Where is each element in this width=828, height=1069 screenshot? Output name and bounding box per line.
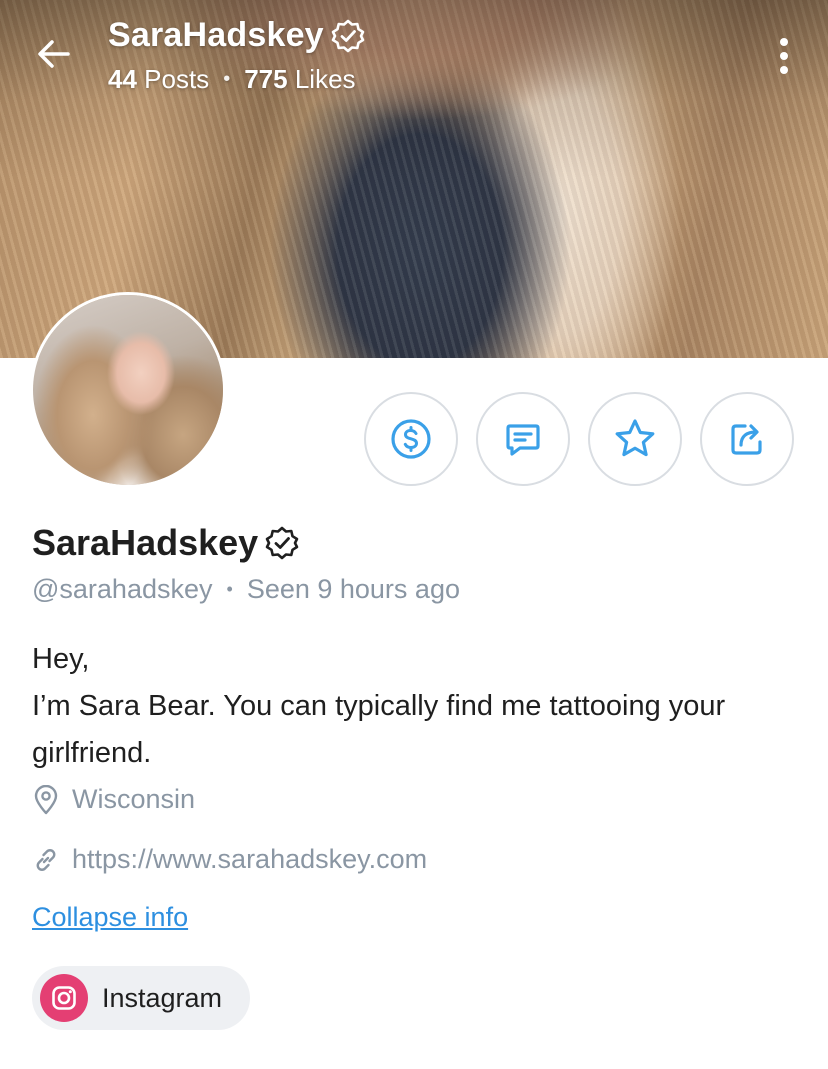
website-link[interactable]: https://www.sarahadskey.com xyxy=(72,844,427,875)
instagram-icon xyxy=(40,974,88,1022)
profile-handle: @sarahadskey xyxy=(32,574,213,604)
website-row[interactable]: https://www.sarahadskey.com xyxy=(32,844,427,875)
likes-label: Likes xyxy=(294,64,356,94)
arrow-left-icon xyxy=(38,40,70,68)
favorite-button[interactable] xyxy=(588,392,682,486)
instagram-label: Instagram xyxy=(102,982,223,1013)
instagram-link[interactable]: Instagram xyxy=(32,966,251,1030)
dollar-icon xyxy=(391,419,431,459)
verified-badge-icon xyxy=(331,19,365,52)
top-bar: SaraHadskey 44 Posts • 775 Likes xyxy=(0,0,828,120)
header-stats: 44 Posts • 775 Likes xyxy=(108,64,356,95)
profile-display-name: SaraHadskey xyxy=(32,522,259,563)
likes-count: 775 xyxy=(244,64,288,94)
profile-actions xyxy=(364,392,794,486)
more-vertical-icon xyxy=(780,38,788,46)
handle-line: @sarahadskey • Seen 9 hours ago xyxy=(32,574,460,605)
posts-label: Posts xyxy=(144,64,210,94)
stats-separator: • xyxy=(223,68,231,90)
bio-line-2: I’m Sara Bear. You can typically find me… xyxy=(32,690,726,769)
more-options-button[interactable] xyxy=(766,32,802,80)
star-icon xyxy=(615,419,655,457)
header-title: SaraHadskey xyxy=(108,16,366,55)
profile-bio: Hey, I’m Sara Bear. You can typically fi… xyxy=(32,636,812,777)
share-icon xyxy=(731,424,762,455)
message-button[interactable] xyxy=(476,392,570,486)
header-name: SaraHadskey xyxy=(108,16,324,54)
location-pin-icon xyxy=(34,784,58,814)
message-icon xyxy=(506,424,540,456)
share-button[interactable] xyxy=(700,392,794,486)
last-seen: Seen 9 hours ago xyxy=(246,574,460,604)
location-text: Wisconsin xyxy=(72,784,196,814)
link-icon xyxy=(36,848,56,871)
location-row: Wisconsin xyxy=(32,784,195,815)
tip-button[interactable] xyxy=(364,392,458,486)
bio-line-1: Hey, xyxy=(32,643,90,675)
posts-count: 44 xyxy=(108,64,137,94)
back-button[interactable] xyxy=(30,30,78,78)
handle-separator: • xyxy=(226,579,233,599)
likes-stat: 775 Likes xyxy=(244,64,355,95)
posts-stat: 44 Posts xyxy=(108,64,209,95)
avatar[interactable] xyxy=(30,292,226,488)
profile-name-row: SaraHadskey xyxy=(32,522,300,564)
verified-badge-icon xyxy=(265,526,299,560)
avatar-image xyxy=(33,295,223,485)
collapse-info-link[interactable]: Collapse info xyxy=(32,902,188,933)
